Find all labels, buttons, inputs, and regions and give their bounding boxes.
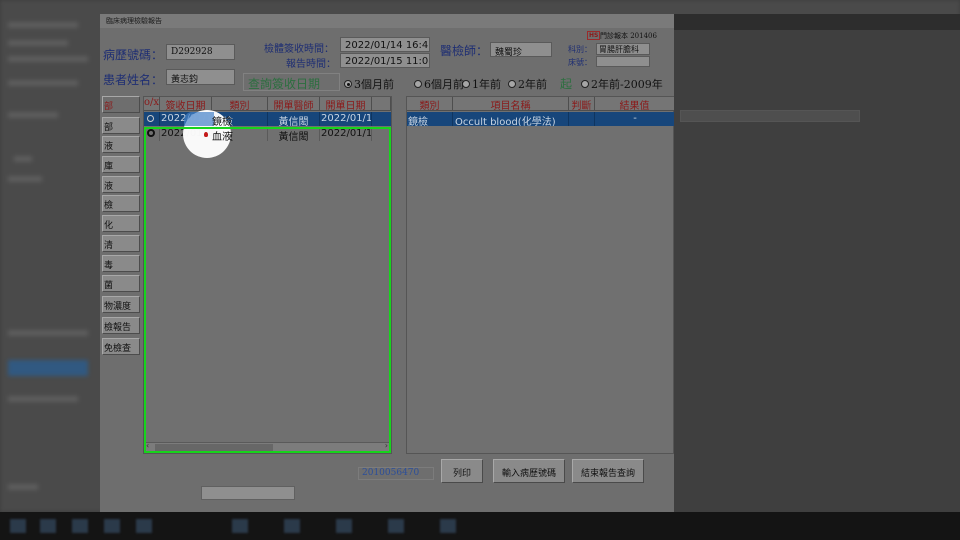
- radio-1-year[interactable]: 1年前: [462, 76, 501, 92]
- category-cell: 鏡檢: [407, 112, 453, 126]
- table-row[interactable]: 2022/01/14 血液 黃信閎 2022/01/14: [144, 127, 391, 141]
- lab-report-window: 臨床病理檢驗報告 病歷號碼： D292928 患者姓名： 黃志鈞 檢體簽收時間：…: [100, 14, 674, 512]
- table-row[interactable]: 鏡檢 Occult blood(化學法) -: [407, 112, 674, 126]
- end-report-query-button[interactable]: 結束報告查詢: [572, 459, 644, 483]
- scrollbar-thumb[interactable]: [155, 444, 273, 451]
- column-header-collect-date[interactable]: 簽收日期: [160, 97, 212, 111]
- category-cell: 血液: [212, 127, 268, 141]
- column-header-ox[interactable]: o/x: [144, 97, 160, 111]
- judge-cell: [569, 112, 595, 126]
- collect-date-cell: 2022/01/14: [161, 127, 212, 141]
- order-date-cell: 2022/01/14: [321, 112, 372, 126]
- side-button-8[interactable]: 清: [102, 235, 140, 252]
- radio-dot-icon: [414, 80, 422, 88]
- order-list-grid: o/x 簽收日期 類別 開單醫師 開單日期 2022/01/14 鏡檢 黃信閎 …: [143, 96, 392, 454]
- background-window-right: [674, 14, 960, 512]
- code-field: 2010056470: [358, 467, 434, 480]
- result-grid: 類別 項目名稱 判斷 結果值 鏡檢 Occult blood(化學法) -: [406, 96, 674, 454]
- from-label: 起: [560, 77, 573, 91]
- side-button-12[interactable]: 檢報告: [102, 317, 140, 334]
- side-button-1[interactable]: 部: [102, 96, 140, 113]
- taskbar: [0, 512, 960, 540]
- scroll-left-icon[interactable]: ‹: [146, 441, 149, 450]
- window-title: 臨床病理檢驗報告: [106, 17, 162, 25]
- radio-3-months[interactable]: 3個月前: [344, 76, 394, 92]
- ox-cell[interactable]: [144, 127, 160, 141]
- radio-2-years-to-2009[interactable]: 2年前-2009年: [581, 76, 663, 92]
- column-header-doctor[interactable]: 開單醫師: [268, 97, 320, 111]
- circle-icon: [147, 129, 155, 137]
- scroll-right-icon[interactable]: ›: [385, 441, 388, 450]
- collect-date-cell: 2022/01/14: [161, 112, 212, 126]
- bed-label: 床號：: [568, 58, 592, 67]
- order-date-cell: 2022/01/14: [321, 127, 372, 141]
- department-field: 胃腸肝膽科: [596, 43, 650, 55]
- side-button-5[interactable]: 液: [102, 176, 140, 193]
- item-name-cell: Occult blood(化學法): [453, 112, 569, 126]
- radio-dot-icon: [508, 80, 516, 88]
- column-header-blank: [372, 97, 391, 111]
- doctor-cell: 黃信閎: [268, 112, 320, 126]
- patient-name-field: 黃志鈞: [166, 69, 235, 85]
- radio-dot-icon: [462, 80, 470, 88]
- radio-dot-icon: [581, 80, 589, 88]
- table-row[interactable]: 2022/01/14 鏡檢 黃信閎 2022/01/14: [144, 112, 391, 126]
- window-titlebar[interactable]: 臨床病理檢驗報告: [100, 14, 674, 28]
- radio-6-months[interactable]: 6個月前: [414, 76, 464, 92]
- side-button-7[interactable]: 化: [102, 215, 140, 232]
- collect-time-label: 檢體簽收時間：: [264, 44, 334, 55]
- bed-field: [596, 56, 650, 67]
- side-button-4[interactable]: 庫: [102, 156, 140, 173]
- side-button-6[interactable]: 檢: [102, 195, 140, 212]
- status-field: [201, 486, 295, 500]
- ox-cell[interactable]: [144, 112, 160, 126]
- input-record-number-button[interactable]: 輸入病歷號碼: [493, 459, 565, 483]
- column-header-result[interactable]: 結果值: [595, 97, 674, 111]
- examiner-label: 醫檢師：: [440, 44, 489, 58]
- column-header-category[interactable]: 類別: [407, 97, 453, 111]
- version-label: 門診報本 201406: [600, 32, 657, 40]
- background-highlight: [8, 360, 88, 376]
- circle-icon: [147, 115, 154, 122]
- report-time-field: 2022/01/15 11:08: [340, 53, 430, 68]
- collect-time-field: 2022/01/14 16:41: [340, 37, 430, 52]
- side-button-10[interactable]: 菌: [102, 275, 140, 292]
- horizontal-scrollbar[interactable]: ‹ ›: [145, 441, 390, 452]
- examiner-field: 魏蜀珍: [490, 42, 552, 57]
- side-button-2[interactable]: 部: [102, 117, 140, 134]
- report-time-label: 報告時間：: [286, 59, 336, 70]
- column-header-category[interactable]: 類別: [212, 97, 268, 111]
- doctor-cell: 黃信閎: [268, 127, 320, 141]
- side-button-3[interactable]: 液: [102, 136, 140, 153]
- radio-dot-icon: [344, 80, 352, 88]
- column-header-judge[interactable]: 判斷: [569, 97, 595, 111]
- side-button-11[interactable]: 物濃度: [102, 296, 140, 313]
- record-number-field[interactable]: D292928: [166, 44, 235, 60]
- category-cell: 鏡檢: [212, 112, 268, 126]
- column-header-order-date[interactable]: 開單日期: [320, 97, 372, 111]
- query-date-label: 查詢簽收日期: [243, 73, 340, 91]
- patient-name-label: 患者姓名：: [103, 73, 164, 87]
- print-button[interactable]: 列印: [441, 459, 483, 483]
- side-button-9[interactable]: 毒: [102, 255, 140, 272]
- side-button-13[interactable]: 免檢查: [102, 338, 140, 355]
- hs-logo: HS: [587, 31, 601, 40]
- result-cell: -: [633, 113, 637, 124]
- column-header-item-name[interactable]: 項目名稱: [453, 97, 569, 111]
- department-label: 科別：: [568, 45, 592, 54]
- record-number-label: 病歷號碼：: [103, 48, 164, 62]
- radio-2-years[interactable]: 2年前: [508, 76, 547, 92]
